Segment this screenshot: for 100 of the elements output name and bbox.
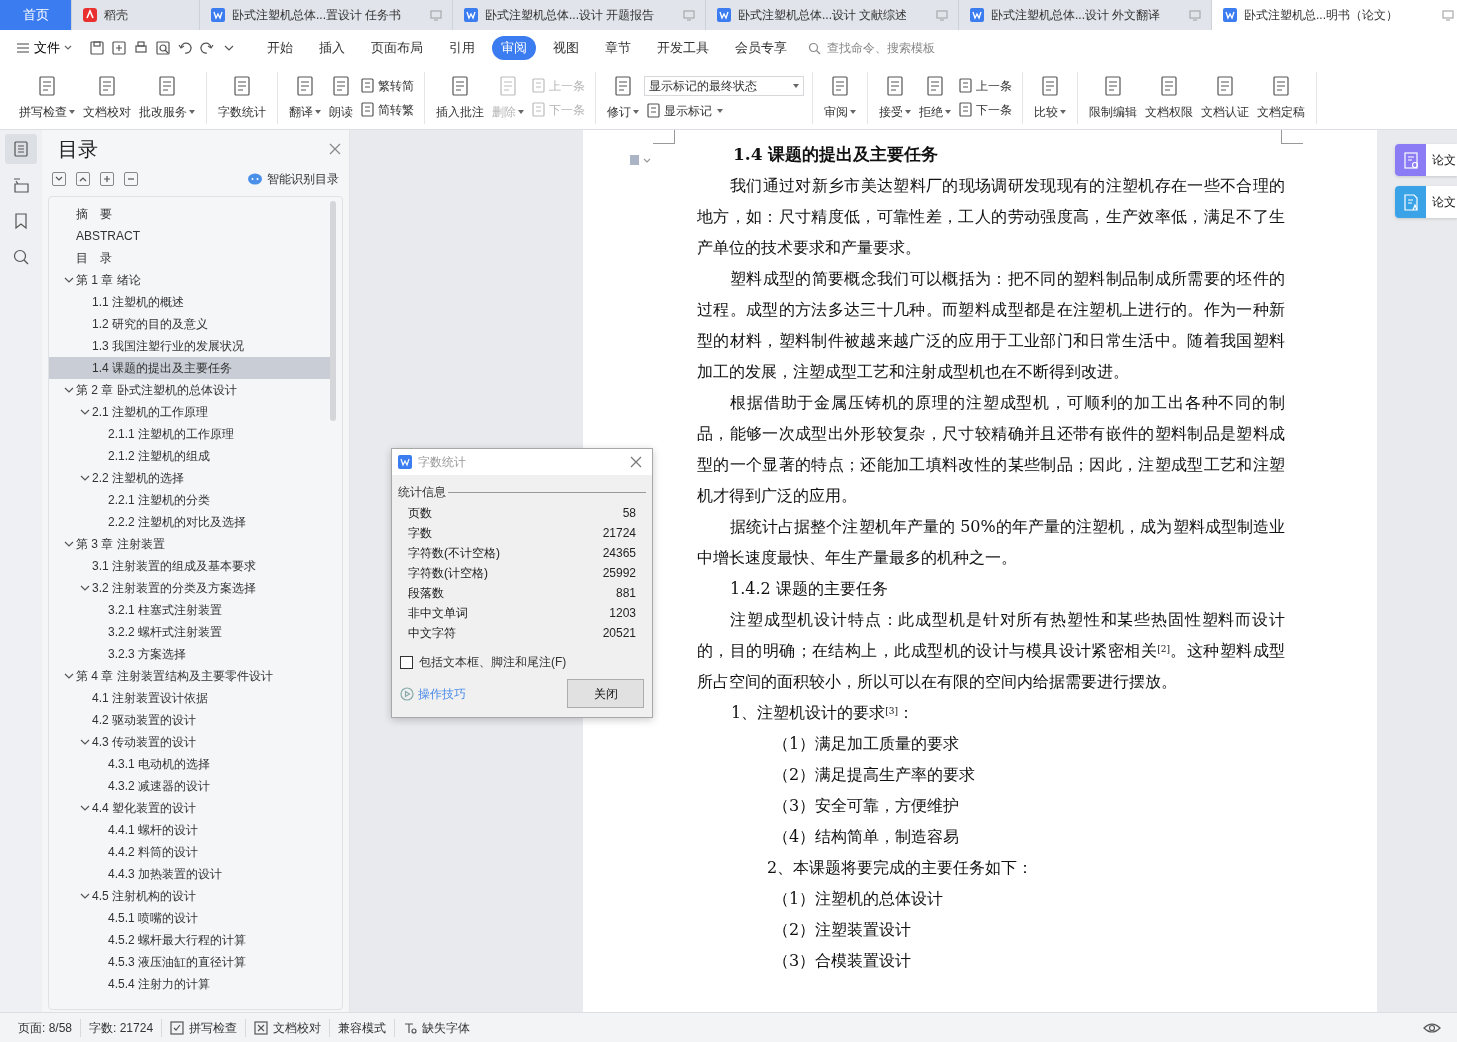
outline-item[interactable]: 3.2 注射装置的分类及方案选择 xyxy=(49,577,331,599)
ribbon-button[interactable]: 下一条 xyxy=(956,100,1014,119)
undo-icon[interactable] xyxy=(177,40,193,56)
ribbon-button[interactable]: 修订 xyxy=(604,72,642,123)
outline-item[interactable]: 4.1 注射装置设计依据 xyxy=(49,687,331,709)
outline-item[interactable]: 4.3.2 减速器的设计 xyxy=(49,775,331,797)
outline-item[interactable]: 4.5.1 喷嘴的设计 xyxy=(49,907,331,929)
outline-item[interactable]: 2.2 注塑机的选择 xyxy=(49,467,331,489)
ribbon-button[interactable]: 接受 xyxy=(876,72,914,123)
checkbox[interactable] xyxy=(400,655,413,669)
status-item[interactable]: 文档校对 xyxy=(246,1018,331,1037)
outline-item[interactable]: 4.4.1 螺杆的设计 xyxy=(49,819,331,841)
print-icon[interactable] xyxy=(133,40,149,56)
outline-item[interactable]: 4.3 传动装置的设计 xyxy=(49,731,331,753)
outline-item[interactable]: 4.5 注射机构的设计 xyxy=(49,885,331,907)
outline-item[interactable]: 4.5.4 注射力的计算 xyxy=(49,973,331,995)
close-icon[interactable] xyxy=(630,456,642,468)
ribbon-tab[interactable]: 审阅 xyxy=(492,36,536,60)
file-menu[interactable]: 文件 xyxy=(10,37,78,59)
ribbon-button[interactable]: 简转繁 xyxy=(358,100,416,119)
ribbon-button[interactable]: 限制编辑 xyxy=(1086,72,1140,123)
outline-tool-button[interactable] xyxy=(124,172,138,186)
outline-item[interactable]: 第 4 章 注射装置结构及主要零件设计 xyxy=(49,665,331,687)
outline-item[interactable]: 4.3.1 电动机的选择 xyxy=(49,753,331,775)
ribbon-button[interactable]: 文档权限 xyxy=(1142,72,1196,123)
outline-item[interactable]: 第 3 章 注射装置 xyxy=(49,533,331,555)
outline-item[interactable]: ABSTRACT xyxy=(49,225,331,247)
ribbon-button[interactable]: 字数统计 xyxy=(215,72,269,123)
outline-item[interactable]: 4.2 驱动装置的设计 xyxy=(49,709,331,731)
crop-mark xyxy=(1281,130,1303,144)
ribbon-button[interactable]: 文档校对 xyxy=(80,72,134,123)
ribbon-button[interactable]: 翻译 xyxy=(286,72,324,123)
ribbon-button[interactable]: 比较 xyxy=(1031,72,1069,123)
close-icon[interactable] xyxy=(329,143,341,155)
ribbon-button[interactable]: 文档定稿 xyxy=(1254,72,1308,123)
outline-item[interactable]: 2.1.2 注塑机的组成 xyxy=(49,445,331,467)
ribbon-button[interactable]: 繁转简 xyxy=(358,76,416,95)
outline-item[interactable]: 4.4 塑化装置的设计 xyxy=(49,797,331,819)
chevron-down-icon[interactable] xyxy=(79,407,90,417)
preview-icon[interactable] xyxy=(155,40,171,56)
outline-item[interactable]: 2.2.2 注塑机的对比及选择 xyxy=(49,511,331,533)
sidebar-tab[interactable] xyxy=(5,134,37,164)
status-item[interactable]: 缺失字体 xyxy=(395,1018,479,1037)
save-icon[interactable] xyxy=(89,40,105,56)
status-item[interactable]: 拼写检查 xyxy=(162,1018,247,1037)
chevron-down-icon[interactable] xyxy=(79,737,90,747)
ribbon-button[interactable]: 审阅 xyxy=(821,72,859,123)
outline-item[interactable]: 3.2.2 螺杆式注射装置 xyxy=(49,621,331,643)
chevron-down-icon[interactable] xyxy=(63,385,74,395)
outline-tool-button[interactable] xyxy=(100,172,114,186)
outline-item[interactable]: 2.1.1 注塑机的工作原理 xyxy=(49,423,331,445)
thesis-tool-button[interactable]: 论文 xyxy=(1395,144,1457,176)
eye-icon[interactable] xyxy=(1423,1021,1441,1034)
ribbon-tab[interactable]: 插入 xyxy=(310,36,354,60)
ribbon-button[interactable]: 批改服务 xyxy=(136,72,198,123)
outline-item[interactable]: 3.1 注射装置的组成及基本要求 xyxy=(49,555,331,577)
ribbon-button[interactable]: 拒绝 xyxy=(916,72,954,123)
chevron-down-icon[interactable] xyxy=(63,539,74,549)
chevron-down-icon[interactable] xyxy=(79,803,90,813)
markup-dropdown[interactable]: 显示标记的最终状态 xyxy=(644,75,804,96)
close-button[interactable]: 关闭 xyxy=(567,679,644,708)
outline-item[interactable]: 3.2.1 柱塞式注射装置 xyxy=(49,599,331,621)
outline-item[interactable]: 目 录 xyxy=(49,247,331,269)
chevron-down-icon[interactable] xyxy=(63,275,74,285)
thesis-tool-button[interactable]: 论文 xyxy=(1395,186,1457,218)
chevron-down-icon[interactable] xyxy=(79,473,90,483)
outline-item[interactable]: 4.4.3 加热装置的设计 xyxy=(49,863,331,885)
outline-item[interactable]: 摘 要 xyxy=(49,203,331,225)
ribbon-button[interactable]: 上一条 xyxy=(956,76,1014,95)
chevron-down-icon[interactable] xyxy=(63,671,74,681)
outline-tool-button[interactable] xyxy=(52,172,66,186)
ribbon-tab[interactable]: 页面布局 xyxy=(362,36,432,60)
chevron-down-icon[interactable] xyxy=(79,891,90,901)
ribbon-button[interactable]: 显示标记 xyxy=(644,101,804,120)
ribbon-button[interactable]: 插入批注 xyxy=(433,72,487,123)
ribbon-button[interactable]: 朗读 xyxy=(326,72,356,123)
outline-item[interactable]: 2.2.1 注塑机的分类 xyxy=(49,489,331,511)
outline-tool-button[interactable] xyxy=(76,172,90,186)
outline-item[interactable]: 1.2 研究的目的及意义 xyxy=(49,313,331,335)
outline-item[interactable]: 3.2.3 方案选择 xyxy=(49,643,331,665)
outline-item[interactable]: 1.3 我国注塑行业的发展状况 xyxy=(49,335,331,357)
ribbon-tab[interactable]: 章节 xyxy=(596,36,640,60)
ribbon-tab[interactable]: 开始 xyxy=(258,36,302,60)
redo-icon[interactable] xyxy=(199,40,215,56)
document-tab[interactable]: 卧式注塑机总...明书（论文） xyxy=(1212,0,1457,30)
document-tab[interactable]: 首页 xyxy=(0,0,72,30)
search-field[interactable]: 查找命令、搜索模板 xyxy=(825,38,965,58)
ribbon-button[interactable]: 拼写检查 xyxy=(16,72,78,123)
outline-item[interactable]: 4.5.3 液压油缸的直径计算 xyxy=(49,951,331,973)
ribbon-tab[interactable]: 视图 xyxy=(544,36,588,60)
smart-toc-button[interactable]: 智能识别目录 xyxy=(241,169,345,189)
ribbon-tab[interactable]: 会员专享 xyxy=(726,36,796,60)
ribbon-button[interactable]: 文档认证 xyxy=(1198,72,1252,123)
outline-item[interactable]: 1.1 注塑机的概述 xyxy=(49,291,331,313)
outline-item[interactable]: 4.4.2 料筒的设计 xyxy=(49,841,331,863)
outline-item[interactable]: 4.5.2 螺杆最大行程的计算 xyxy=(49,929,331,951)
ribbon-tab[interactable]: 开发工具 xyxy=(648,36,718,60)
ribbon-tab[interactable]: 引用 xyxy=(440,36,484,60)
outline-item[interactable]: 1.4 课题的提出及主要任务 xyxy=(49,357,331,379)
chevron-down-icon[interactable] xyxy=(79,583,90,593)
